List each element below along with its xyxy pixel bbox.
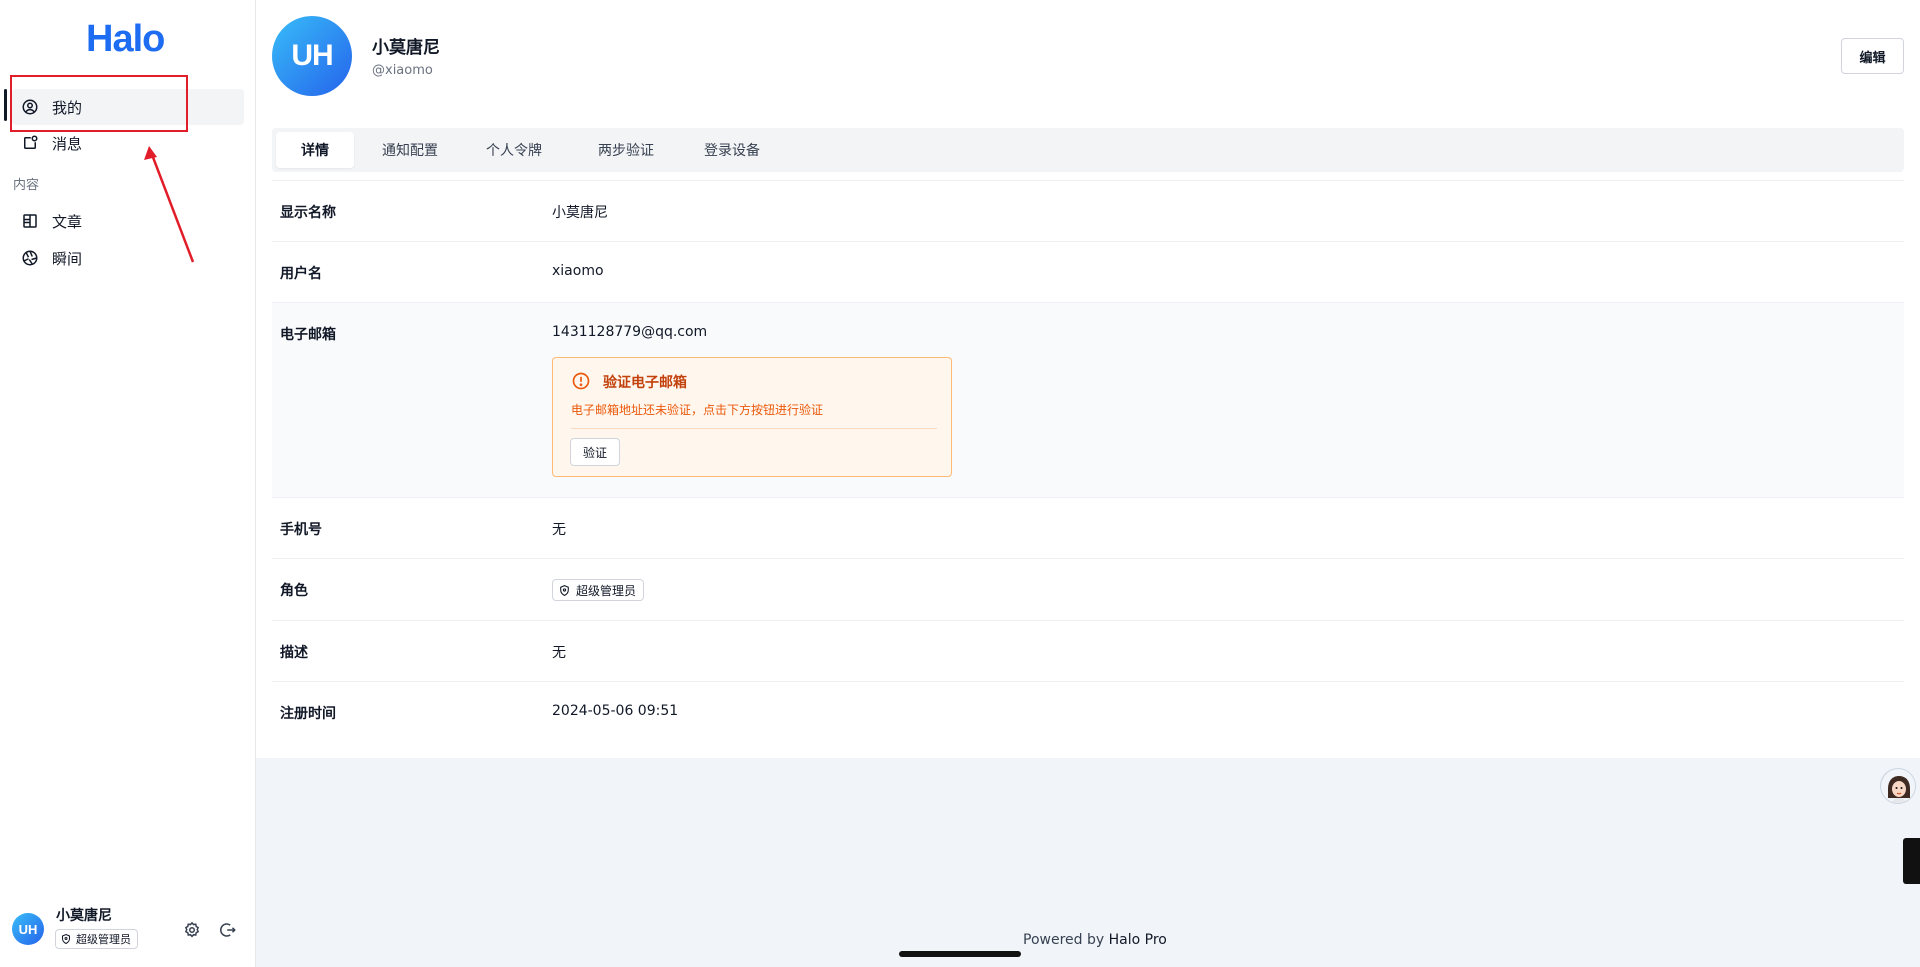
assistant-face-icon bbox=[1881, 769, 1915, 803]
side-drawer-tab[interactable] bbox=[1903, 838, 1920, 884]
powered-by-brand[interactable]: Halo Pro bbox=[1109, 932, 1167, 948]
detail-label: 角色 bbox=[280, 583, 308, 599]
sidebar-item-moments[interactable]: 瞬间 bbox=[12, 240, 244, 276]
detail-row-phone: 手机号 无 bbox=[272, 497, 1904, 558]
sidebar-user-card: UH 小莫唐尼 超级管理员 bbox=[12, 905, 244, 955]
sidebar-item-posts[interactable]: 文章 bbox=[12, 203, 244, 239]
detail-value: 无 bbox=[552, 645, 566, 661]
detail-row-display-name: 显示名称 小莫唐尼 bbox=[272, 180, 1904, 241]
verify-email-title: 验证电子邮箱 bbox=[603, 375, 687, 391]
detail-row-username: 用户名 xiaomo bbox=[272, 241, 1904, 302]
tab-notifications[interactable]: 通知配置 bbox=[368, 132, 452, 168]
home-indicator bbox=[899, 951, 1021, 957]
settings-button[interactable] bbox=[181, 919, 203, 941]
annotation-arrow bbox=[144, 146, 195, 263]
detail-label: 用户名 bbox=[280, 266, 322, 282]
details-list: 显示名称 小莫唐尼 用户名 xiaomo 电子邮箱 1431128779@qq.… bbox=[272, 180, 1904, 742]
detail-label: 手机号 bbox=[280, 522, 322, 538]
logout-button[interactable] bbox=[217, 919, 239, 941]
profile-name: 小莫唐尼 bbox=[372, 38, 440, 58]
tab-two-factor[interactable]: 两步验证 bbox=[584, 132, 668, 168]
detail-value: 小莫唐尼 bbox=[552, 205, 608, 221]
verify-email-alert: 验证电子邮箱 电子邮箱地址还未验证，点击下方按钮进行验证 验证 bbox=[552, 357, 952, 477]
group-label-content: 内容 bbox=[13, 178, 40, 193]
verify-email-description: 电子邮箱地址还未验证，点击下方按钮进行验证 bbox=[571, 403, 824, 417]
detail-label: 描述 bbox=[280, 645, 308, 661]
detail-row-description: 描述 无 bbox=[272, 620, 1904, 681]
tab-personal-tokens[interactable]: 个人令牌 bbox=[472, 132, 556, 168]
shield-icon bbox=[560, 584, 569, 596]
logout-icon bbox=[220, 923, 236, 937]
halo-logo[interactable]: Halo bbox=[86, 18, 165, 61]
profile-avatar: UH bbox=[272, 16, 352, 96]
detail-row-role: 角色 超级管理员 bbox=[272, 558, 1904, 620]
sidebar-item-label: 瞬间 bbox=[52, 249, 83, 268]
role-badge-label: 超级管理员 bbox=[576, 583, 637, 598]
powered-by: Powered by Halo Pro bbox=[1023, 932, 1167, 948]
aperture-icon bbox=[20, 248, 40, 268]
detail-value: 2024-05-06 09:51 bbox=[552, 703, 679, 719]
shield-icon bbox=[62, 933, 70, 945]
role-badge[interactable]: 超级管理员 bbox=[552, 579, 645, 601]
sidebar-item-label: 文章 bbox=[52, 212, 83, 231]
detail-value: xiaomo bbox=[552, 263, 604, 279]
edit-button[interactable]: 编辑 bbox=[1841, 38, 1904, 74]
email-value: 1431128779@qq.com bbox=[552, 324, 708, 340]
active-indicator bbox=[4, 89, 7, 121]
tab-login-devices[interactable]: 登录设备 bbox=[690, 132, 774, 168]
profile-handle: @xiaomo bbox=[372, 63, 433, 78]
role-badge-label: 超级管理员 bbox=[76, 933, 131, 946]
detail-label: 显示名称 bbox=[280, 205, 336, 221]
assistant-avatar[interactable] bbox=[1880, 768, 1916, 804]
detail-label: 注册时间 bbox=[280, 706, 336, 722]
annotation-highlight-box bbox=[10, 75, 188, 132]
detail-row-registered: 注册时间 2024-05-06 09:51 bbox=[272, 681, 1904, 742]
book-open-icon bbox=[20, 211, 40, 231]
divider bbox=[571, 428, 937, 429]
profile-tabs: 详情 通知配置 个人令牌 两步验证 登录设备 bbox=[272, 128, 1904, 172]
alert-circle-icon bbox=[572, 372, 590, 390]
sidebar-user-name: 小莫唐尼 bbox=[56, 908, 112, 924]
sidebar: Halo 我的 消息 内容 文章 瞬间 UH 小莫唐尼 超级管理员 bbox=[0, 0, 256, 967]
detail-value: 无 bbox=[552, 522, 566, 538]
detail-label: 电子邮箱 bbox=[280, 327, 336, 343]
avatar[interactable]: UH bbox=[12, 913, 44, 945]
powered-by-prefix: Powered by bbox=[1023, 932, 1105, 948]
tab-details[interactable]: 详情 bbox=[276, 132, 354, 168]
notification-icon bbox=[20, 133, 40, 153]
detail-row-email: 电子邮箱 1431128779@qq.com 验证电子邮箱 电子邮箱地址还未验证… bbox=[272, 302, 1904, 497]
gear-icon bbox=[184, 921, 200, 938]
verify-button[interactable]: 验证 bbox=[570, 438, 620, 466]
sidebar-item-label: 消息 bbox=[52, 134, 83, 153]
role-badge: 超级管理员 bbox=[55, 929, 138, 949]
